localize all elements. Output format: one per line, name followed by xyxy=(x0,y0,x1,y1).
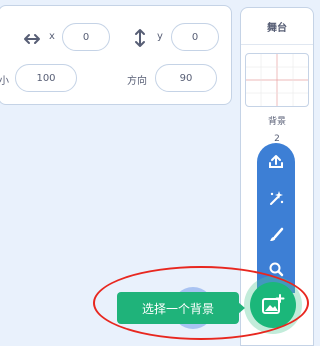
direction-input[interactable]: 90 xyxy=(155,64,217,92)
x-label: x xyxy=(49,31,55,42)
backdrops-label: 背景 xyxy=(267,117,286,127)
stage-title: 舞台 xyxy=(241,8,313,45)
sprite-info-panel: x 0 y 0 小 100 方向 90 xyxy=(0,5,232,105)
x-input[interactable]: 0 xyxy=(62,23,110,51)
surprise-icon[interactable] xyxy=(257,186,295,210)
y-label: y xyxy=(157,31,163,42)
upload-icon[interactable] xyxy=(257,149,295,173)
paint-icon[interactable] xyxy=(257,223,295,247)
stage-thumbnail[interactable] xyxy=(245,53,309,107)
y-input[interactable]: 0 xyxy=(171,23,219,51)
size-label: 小 xyxy=(0,76,9,87)
backdrop-menu xyxy=(257,143,295,293)
size-input[interactable]: 100 xyxy=(15,64,77,92)
direction-label: 方向 xyxy=(127,76,147,87)
highlight-ellipse xyxy=(93,266,309,340)
x-arrows-icon xyxy=(24,34,40,44)
y-arrows-icon xyxy=(135,29,145,47)
backdrop-grid-icon xyxy=(246,54,308,106)
